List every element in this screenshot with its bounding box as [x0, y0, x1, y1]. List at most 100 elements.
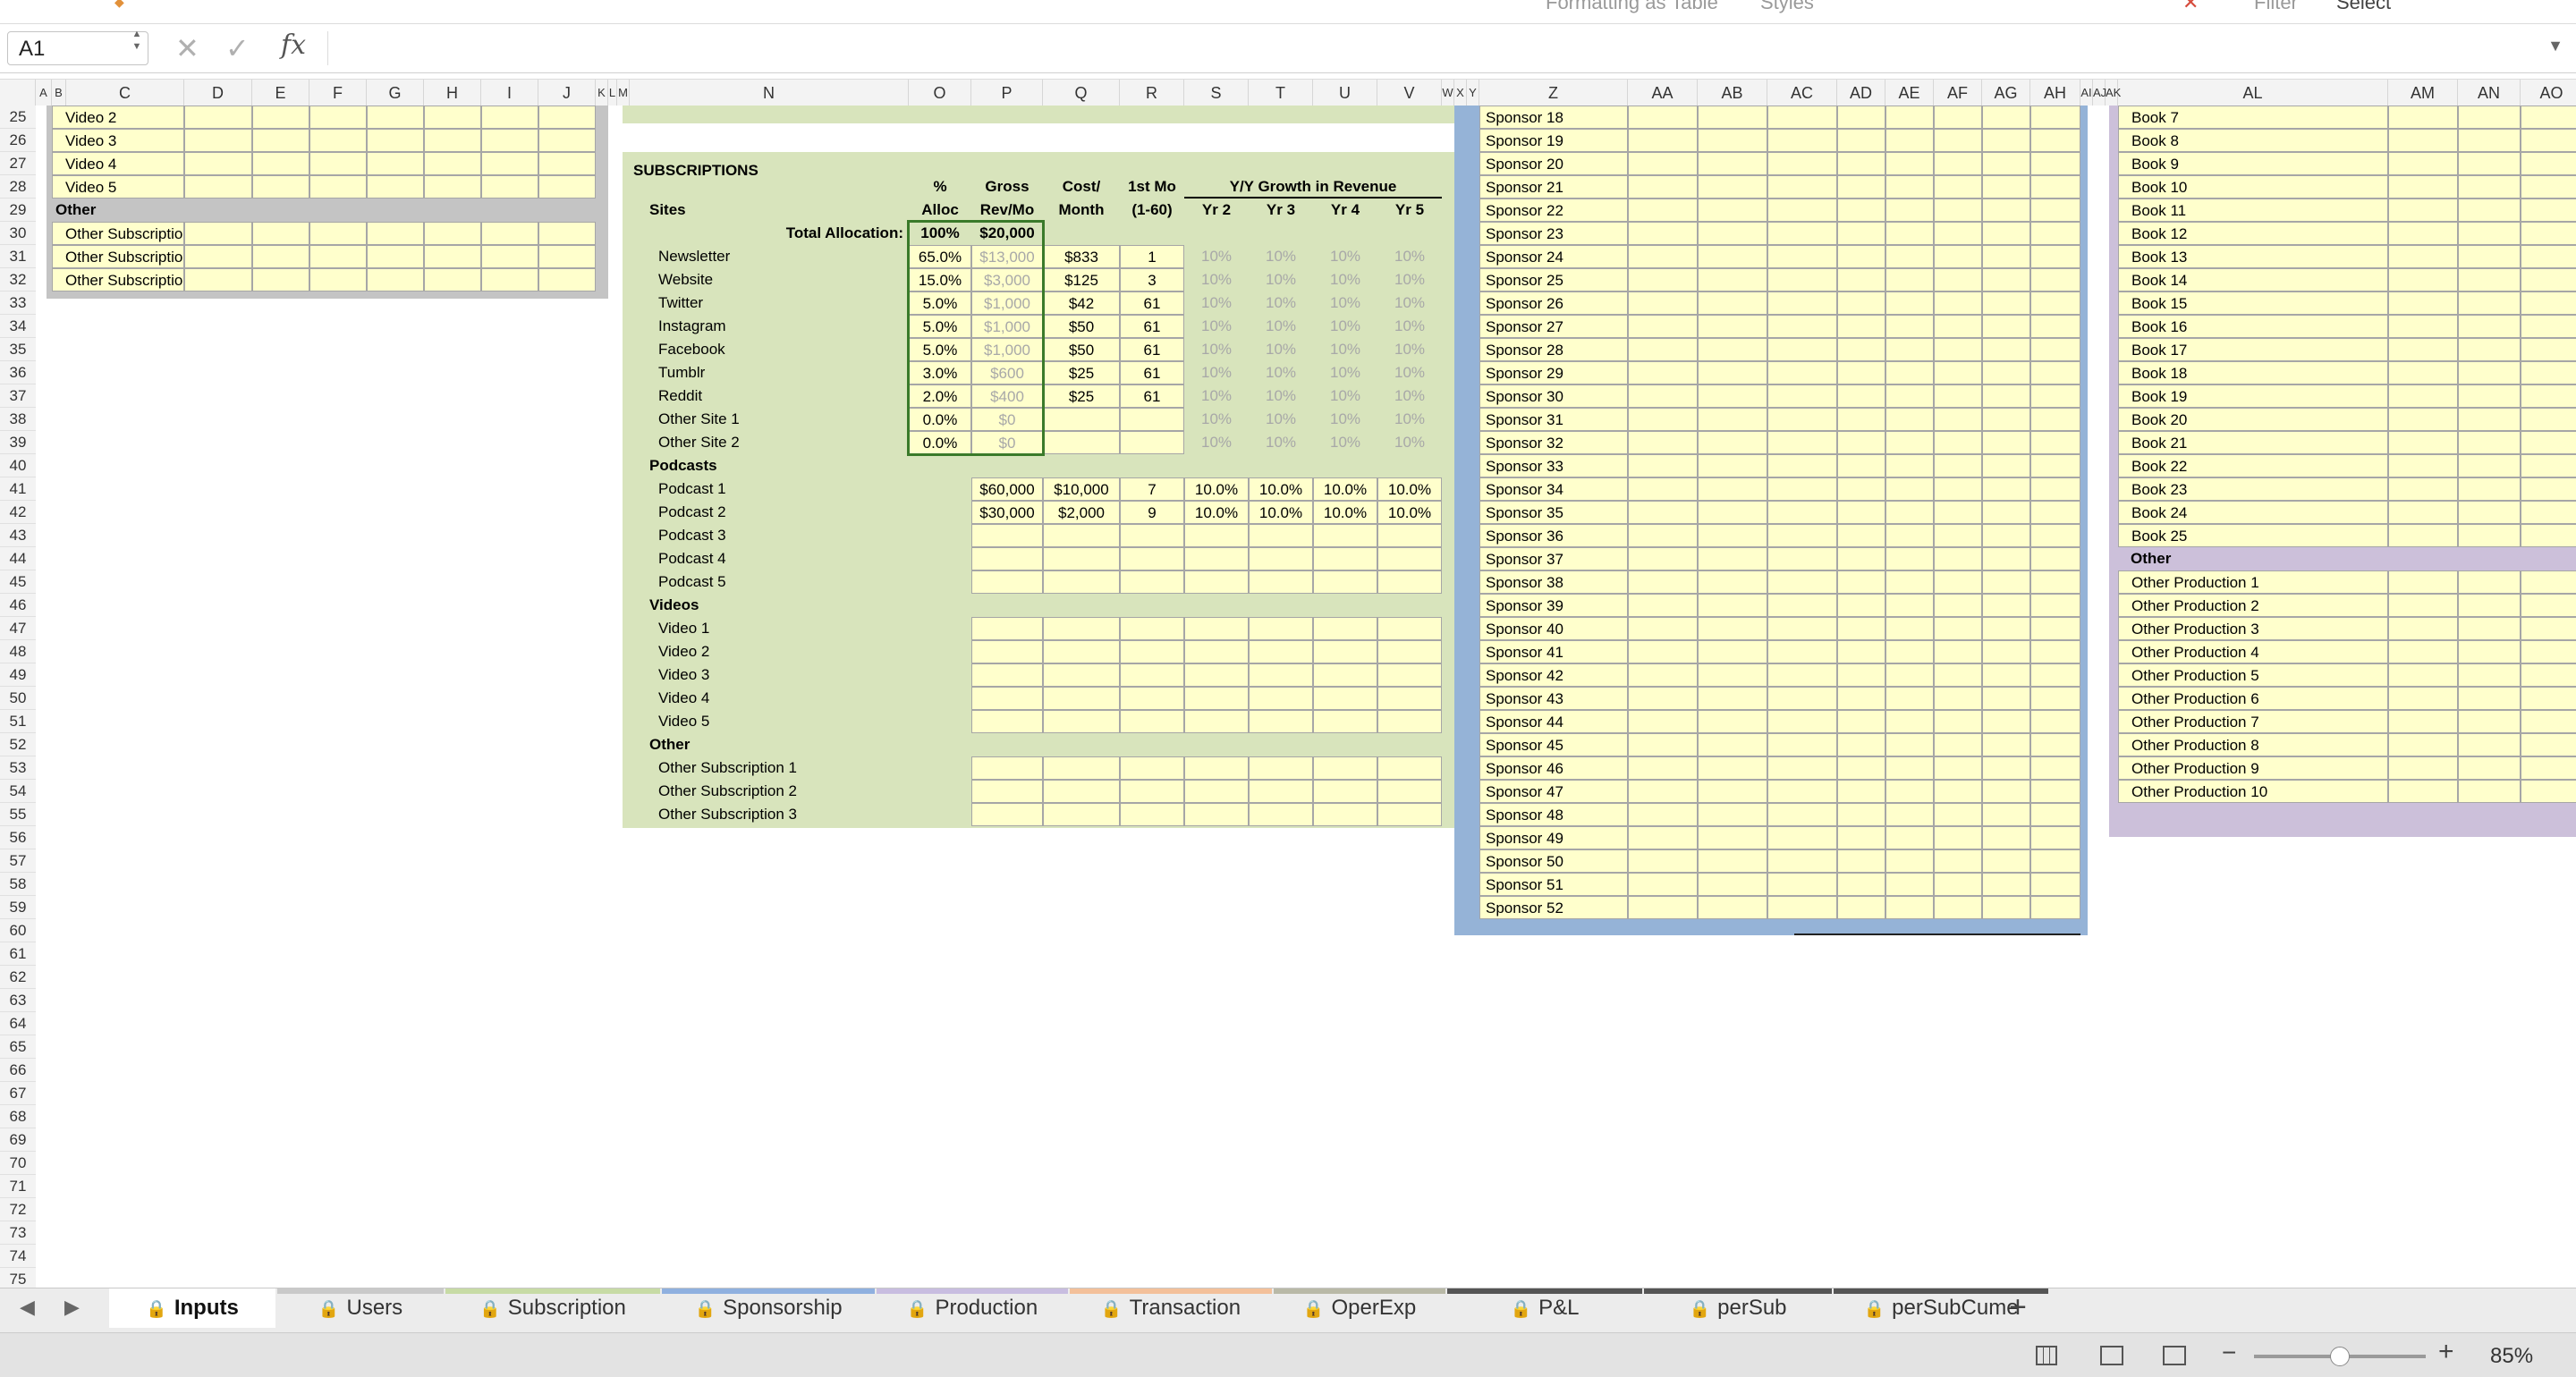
input-cell[interactable] — [1767, 291, 1837, 315]
input-cell[interactable] — [2521, 570, 2576, 594]
production-name[interactable]: Other Production 4 — [2118, 640, 2388, 663]
input-cell[interactable] — [2388, 245, 2458, 268]
row-header[interactable]: 66 — [0, 1059, 36, 1082]
input-cell[interactable] — [1837, 803, 1885, 826]
book-name[interactable]: Book 23 — [2118, 477, 2388, 501]
input-cell[interactable] — [1885, 849, 1934, 873]
input-cell[interactable] — [1982, 129, 2030, 152]
input-cell[interactable] — [1885, 454, 1934, 477]
column-header[interactable]: AA — [1628, 80, 1698, 106]
growth-input[interactable]: 10.0% — [1249, 501, 1313, 524]
input-cell[interactable] — [1934, 803, 1982, 826]
column-header[interactable]: AH — [2030, 80, 2080, 106]
column-header[interactable]: D — [184, 80, 252, 106]
input-cell[interactable] — [367, 245, 424, 268]
row-header[interactable]: 51 — [0, 710, 36, 733]
gross-input[interactable] — [971, 687, 1043, 710]
input-cell[interactable] — [1837, 338, 1885, 361]
sponsor-name[interactable]: Sponsor 41 — [1479, 640, 1628, 663]
column-header[interactable]: G — [367, 80, 424, 106]
input-cell[interactable] — [1628, 408, 1698, 431]
input-cell[interactable] — [2030, 408, 2080, 431]
input-cell[interactable] — [2030, 431, 2080, 454]
row-header[interactable]: 44 — [0, 547, 36, 570]
cost-input[interactable]: $2,000 — [1043, 501, 1120, 524]
input-cell[interactable] — [2388, 361, 2458, 384]
growth-input[interactable] — [1249, 803, 1313, 826]
input-cell[interactable] — [1982, 663, 2030, 687]
input-cell[interactable] — [1837, 384, 1885, 408]
input-cell[interactable] — [2458, 408, 2521, 431]
input-cell[interactable] — [2521, 477, 2576, 501]
gross-input[interactable]: $60,000 — [971, 477, 1043, 501]
input-cell[interactable] — [2458, 361, 2521, 384]
gross-input[interactable] — [971, 780, 1043, 803]
sponsor-name[interactable]: Sponsor 22 — [1479, 199, 1628, 222]
input-cell[interactable] — [2521, 175, 2576, 199]
input-cell[interactable] — [1982, 849, 2030, 873]
growth-input[interactable] — [1184, 617, 1249, 640]
growth-input[interactable] — [1377, 803, 1442, 826]
sponsor-name[interactable]: Sponsor 25 — [1479, 268, 1628, 291]
input-cell[interactable] — [1885, 780, 1934, 803]
growth-input[interactable] — [1249, 780, 1313, 803]
input-cell[interactable] — [309, 106, 367, 129]
input-cell[interactable] — [2388, 384, 2458, 408]
confirm-icon[interactable]: ✓ — [225, 31, 250, 65]
input-cell[interactable] — [2388, 756, 2458, 780]
row-header[interactable]: 32 — [0, 268, 36, 291]
input-cell[interactable] — [2030, 594, 2080, 617]
row-header[interactable]: 33 — [0, 291, 36, 315]
input-cell[interactable] — [1837, 361, 1885, 384]
input-cell[interactable] — [1934, 780, 1982, 803]
growth-input[interactable] — [1377, 780, 1442, 803]
input-cell[interactable] — [2521, 640, 2576, 663]
production-name[interactable]: Other Production 2 — [2118, 594, 2388, 617]
column-header[interactable]: P — [971, 80, 1043, 106]
input-cell[interactable] — [1698, 245, 1767, 268]
input-cell[interactable] — [1885, 617, 1934, 640]
input-cell[interactable] — [2458, 454, 2521, 477]
input-cell[interactable] — [1934, 640, 1982, 663]
input-cell[interactable] — [424, 222, 481, 245]
input-cell[interactable] — [1767, 268, 1837, 291]
growth-input[interactable] — [1249, 570, 1313, 594]
tab-scroll-left-icon[interactable]: ◀ — [20, 1296, 35, 1319]
name-box-stepper-icon[interactable]: ▲ ▼ — [131, 28, 143, 55]
input-cell[interactable] — [2521, 663, 2576, 687]
tab-transaction[interactable]: 🔒 Transaction — [1070, 1288, 1272, 1328]
input-cell[interactable] — [1698, 640, 1767, 663]
input-cell[interactable] — [1698, 826, 1767, 849]
row-header[interactable]: 73 — [0, 1221, 36, 1245]
input-cell[interactable] — [309, 222, 367, 245]
input-cell[interactable] — [1628, 477, 1698, 501]
input-cell[interactable] — [481, 129, 538, 152]
input-cell[interactable] — [2388, 268, 2458, 291]
cost-input[interactable]: $125 — [1043, 268, 1120, 291]
input-cell[interactable] — [2030, 826, 2080, 849]
input-cell[interactable] — [2388, 780, 2458, 803]
gross-input[interactable]: $30,000 — [971, 501, 1043, 524]
book-name[interactable]: Book 7 — [2118, 106, 2388, 129]
input-cell[interactable] — [1982, 361, 2030, 384]
input-cell[interactable] — [1767, 594, 1837, 617]
input-cell[interactable] — [1628, 338, 1698, 361]
cost-input[interactable] — [1043, 803, 1120, 826]
input-cell[interactable] — [2521, 501, 2576, 524]
input-cell[interactable] — [1934, 268, 1982, 291]
input-cell[interactable] — [1934, 175, 1982, 199]
input-cell[interactable] — [424, 175, 481, 199]
input-cell[interactable] — [2388, 640, 2458, 663]
column-header[interactable]: AJ — [2093, 80, 2106, 106]
input-cell[interactable] — [1698, 268, 1767, 291]
input-cell[interactable] — [1837, 245, 1885, 268]
input-cell[interactable] — [1982, 617, 2030, 640]
book-name[interactable]: Book 18 — [2118, 361, 2388, 384]
input-cell[interactable] — [1767, 361, 1837, 384]
tab-persub[interactable]: 🔒 perSub — [1644, 1288, 1832, 1328]
input-cell[interactable] — [1885, 384, 1934, 408]
input-cell[interactable] — [1982, 687, 2030, 710]
input-cell[interactable] — [2030, 803, 2080, 826]
sponsor-name[interactable]: Sponsor 33 — [1479, 454, 1628, 477]
input-cell[interactable] — [1767, 733, 1837, 756]
